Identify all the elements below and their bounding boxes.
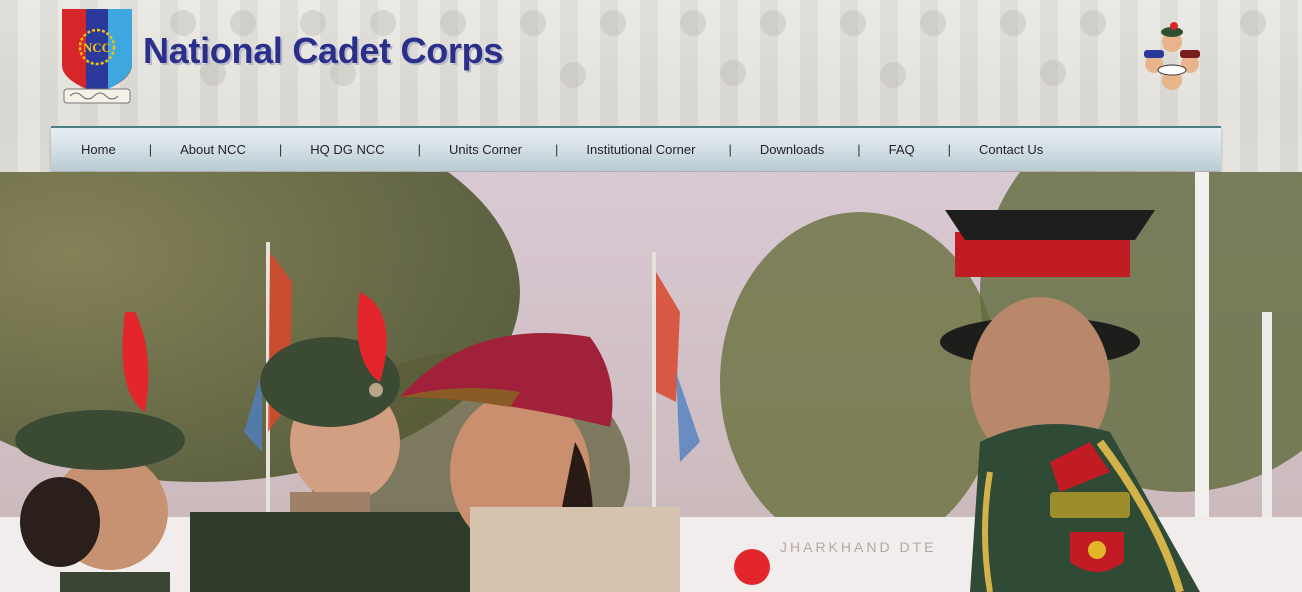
- nav-separator: |: [857, 142, 861, 157]
- nav-separator: |: [417, 142, 421, 157]
- main-nav: Home | About NCC | HQ DG NCC | Units Cor…: [51, 126, 1221, 171]
- hero-banner-image: JHARKHAND DTE: [0, 172, 1302, 592]
- site-title[interactable]: National Cadet Corps: [143, 30, 503, 72]
- ncc-emblem-logo[interactable]: NCC: [60, 7, 134, 111]
- nav-contact-us[interactable]: Contact Us: [979, 142, 1043, 157]
- site-header: NCC National Cadet Corps Home | About NC…: [0, 0, 1302, 172]
- nav-faq[interactable]: FAQ: [889, 142, 915, 157]
- nav-downloads[interactable]: Downloads: [760, 142, 824, 157]
- cadets-mascot-icon: [1144, 22, 1200, 90]
- nav-hq-dg-ncc[interactable]: HQ DG NCC: [310, 142, 384, 157]
- nav-units-corner[interactable]: Units Corner: [449, 142, 522, 157]
- hero-photo-illustration: JHARKHAND DTE: [0, 172, 1302, 592]
- banner-text: JHARKHAND DTE: [780, 539, 936, 555]
- nav-separator: |: [947, 142, 951, 157]
- nav-institutional-corner[interactable]: Institutional Corner: [586, 142, 695, 157]
- nav-separator: |: [278, 142, 283, 157]
- nav-about-ncc[interactable]: About NCC: [180, 142, 246, 157]
- nav-separator: |: [728, 142, 732, 157]
- nav-home[interactable]: Home: [81, 142, 116, 157]
- nav-separator: |: [148, 142, 153, 157]
- nav-separator: |: [554, 142, 559, 157]
- emblem-text: NCC: [83, 40, 111, 55]
